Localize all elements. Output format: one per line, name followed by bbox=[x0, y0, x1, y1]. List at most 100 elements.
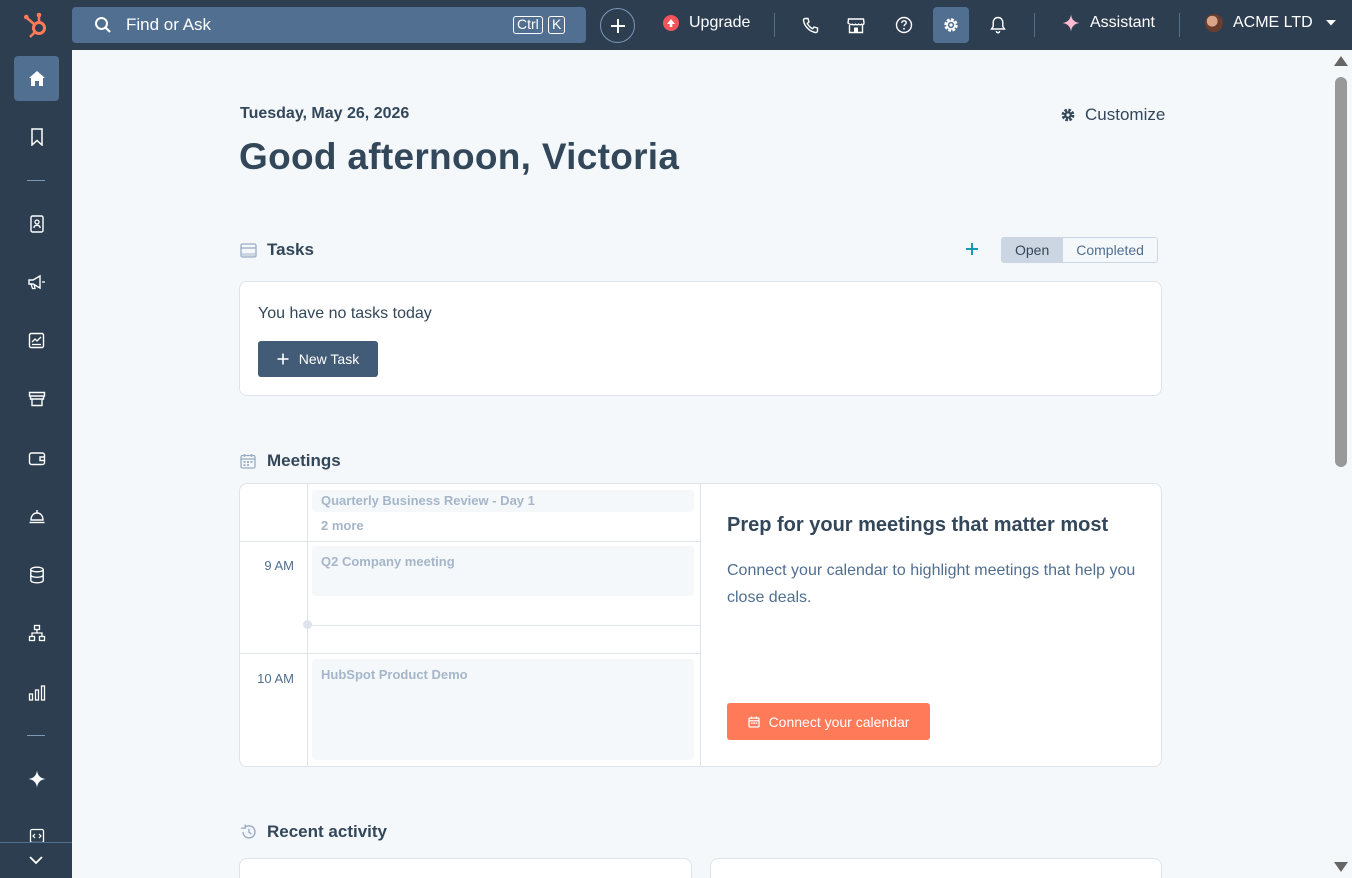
divider bbox=[1034, 13, 1035, 37]
chevron-down-icon bbox=[29, 856, 43, 865]
tasks-filter-toggle: Open Completed bbox=[1001, 237, 1158, 263]
tasks-header: Tasks bbox=[240, 240, 314, 260]
calendar-icon bbox=[747, 716, 760, 728]
plus-icon bbox=[277, 353, 289, 365]
tab-completed[interactable]: Completed bbox=[1063, 238, 1157, 262]
settings-icon bbox=[944, 18, 958, 32]
sidebar-item-home[interactable] bbox=[14, 56, 59, 101]
time-label: 9 AM bbox=[264, 558, 294, 573]
recent-activity-card-right bbox=[710, 858, 1162, 878]
allday-event[interactable]: Quarterly Business Review - Day 1 bbox=[312, 490, 694, 512]
marketplace-button[interactable] bbox=[839, 8, 873, 42]
sidebar-item-data-management[interactable] bbox=[14, 552, 59, 597]
avatar bbox=[1205, 14, 1223, 32]
database-icon bbox=[29, 566, 44, 584]
divider bbox=[1179, 13, 1180, 37]
sparkle-icon bbox=[1062, 14, 1080, 32]
recent-activity-title: Recent activity bbox=[267, 822, 387, 841]
sidebar-divider bbox=[27, 180, 45, 181]
scroll-thumb[interactable] bbox=[1335, 77, 1347, 467]
sidebar-item-reporting[interactable] bbox=[14, 670, 59, 715]
meetings-card: Quarterly Business Review - Day 1 2 more… bbox=[239, 483, 1162, 767]
meetings-title: Meetings bbox=[267, 451, 341, 470]
marketplace-icon bbox=[847, 17, 865, 33]
scroll-up-arrow[interactable] bbox=[1334, 56, 1348, 66]
customize-label: Customize bbox=[1085, 105, 1166, 124]
meetings-calendar: Quarterly Business Review - Day 1 2 more… bbox=[240, 484, 701, 766]
left-sidebar bbox=[0, 50, 72, 878]
search-placeholder: Find or Ask bbox=[126, 15, 212, 34]
tasks-empty-text: You have no tasks today bbox=[258, 305, 432, 322]
plus-icon bbox=[610, 18, 625, 33]
tasks-title: Tasks bbox=[267, 240, 314, 259]
code-icon bbox=[29, 828, 44, 842]
upgrade-label: Upgrade bbox=[689, 14, 751, 31]
global-search-bar[interactable]: Find or Ask Ctrl K bbox=[72, 7, 586, 43]
bookmark-icon bbox=[30, 127, 43, 146]
sidebar-item-crm[interactable] bbox=[14, 201, 59, 246]
current-time-indicator bbox=[303, 620, 312, 629]
sidebar-expand-button[interactable] bbox=[0, 842, 72, 878]
kbd-k: K bbox=[548, 16, 566, 34]
more-events-link[interactable]: 2 more bbox=[321, 518, 364, 533]
bar-chart-icon bbox=[28, 684, 45, 701]
sidebar-item-service[interactable] bbox=[14, 494, 59, 539]
sidebar-item-breeze[interactable] bbox=[14, 756, 59, 801]
phone-icon bbox=[802, 17, 818, 33]
sidebar-item-automation[interactable] bbox=[14, 610, 59, 655]
recent-activity-header: Recent activity bbox=[240, 822, 387, 842]
gear-icon bbox=[1061, 108, 1075, 122]
settings-button[interactable] bbox=[933, 7, 969, 43]
time-label: 10 AM bbox=[257, 671, 294, 686]
calendar-event[interactable]: HubSpot Product Demo bbox=[312, 659, 694, 760]
sidebar-item-bookmarks[interactable] bbox=[14, 114, 59, 159]
assistant-label: Assistant bbox=[1090, 14, 1155, 31]
prep-description: Connect your calendar to highlight meeti… bbox=[727, 562, 1136, 606]
calling-icon[interactable] bbox=[793, 8, 827, 42]
account-menu[interactable]: ACME LTD bbox=[1205, 14, 1337, 32]
service-bell-icon bbox=[29, 510, 44, 524]
prep-title: Prep for your meetings that matter most bbox=[727, 514, 1109, 536]
chevron-down-icon bbox=[1325, 20, 1336, 26]
help-icon bbox=[895, 16, 913, 34]
tab-open[interactable]: Open bbox=[1002, 238, 1064, 262]
meetings-header: Meetings bbox=[240, 451, 341, 471]
connect-calendar-button[interactable]: Connect your calendar bbox=[727, 703, 930, 740]
page-scrollbar[interactable] bbox=[1330, 50, 1352, 878]
calendar-event[interactable]: Q2 Company meeting bbox=[312, 546, 694, 596]
sidebar-divider bbox=[27, 735, 45, 736]
tasks-icon bbox=[240, 242, 258, 258]
sidebar-item-development[interactable] bbox=[14, 814, 59, 842]
recent-activity-card-left bbox=[239, 858, 692, 878]
sparkle-icon bbox=[28, 770, 45, 787]
main-content: Tuesday, May 26, 2026 Good afternoon, Vi… bbox=[72, 50, 1330, 878]
assistant-button[interactable]: Assistant bbox=[1062, 14, 1155, 32]
page-title: Good afternoon, Victoria bbox=[239, 136, 680, 177]
customize-button[interactable]: Customize bbox=[1060, 105, 1165, 125]
bell-icon bbox=[990, 16, 1006, 34]
hubspot-logo[interactable] bbox=[0, 0, 72, 50]
upgrade-button[interactable]: Upgrade bbox=[663, 14, 750, 32]
top-navigation-bar: Find or Ask Ctrl K Upgrade Assistant ACM… bbox=[0, 0, 1352, 50]
history-icon bbox=[240, 824, 258, 840]
tasks-card: You have no tasks today New Task bbox=[239, 281, 1162, 396]
new-task-label: New Task bbox=[298, 351, 360, 367]
home-icon bbox=[28, 71, 45, 86]
quick-create-button[interactable] bbox=[600, 8, 635, 43]
current-date: Tuesday, May 26, 2026 bbox=[240, 105, 410, 122]
new-task-button[interactable]: New Task bbox=[258, 341, 378, 377]
workflow-icon bbox=[28, 624, 45, 641]
sidebar-item-marketing[interactable] bbox=[14, 259, 59, 304]
sidebar-item-content[interactable] bbox=[14, 318, 59, 363]
kbd-ctrl: Ctrl bbox=[513, 16, 543, 34]
scroll-down-arrow[interactable] bbox=[1334, 862, 1348, 872]
notifications-button[interactable] bbox=[981, 8, 1015, 42]
contacts-icon bbox=[29, 214, 44, 233]
sidebar-item-sales[interactable] bbox=[14, 436, 59, 481]
sidebar-item-commerce[interactable] bbox=[14, 376, 59, 421]
help-button[interactable] bbox=[887, 8, 921, 42]
megaphone-icon bbox=[28, 274, 45, 289]
add-task-button[interactable] bbox=[965, 239, 979, 259]
account-name: ACME LTD bbox=[1233, 14, 1313, 31]
divider bbox=[774, 13, 775, 37]
